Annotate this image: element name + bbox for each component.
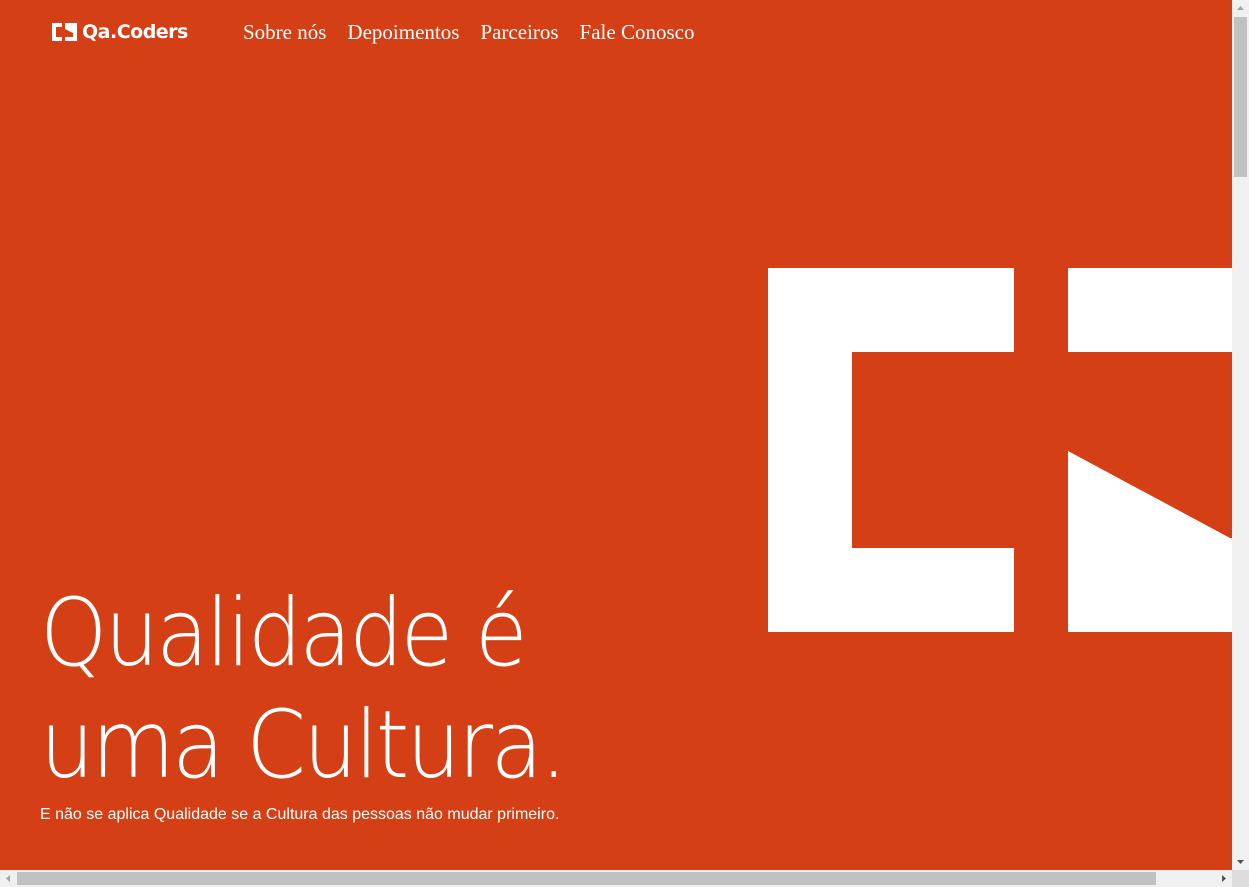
right-bracket-top-shape bbox=[1068, 268, 1232, 352]
hero-title-line-1: Qualidade é bbox=[40, 579, 528, 688]
large-bracket-logo-graphic bbox=[768, 268, 1232, 632]
scrollbar-corner bbox=[1232, 870, 1249, 887]
nav-link-depoimentos[interactable]: Depoimentos bbox=[347, 19, 459, 45]
qa-coders-logo-icon bbox=[52, 23, 77, 41]
page-viewport: Qa.Coders Sobre nós Depoimentos Parceiro… bbox=[0, 0, 1232, 870]
nav-link-parceiros[interactable]: Parceiros bbox=[480, 19, 558, 45]
right-bracket-bottom-shape bbox=[1068, 451, 1232, 632]
scroll-up-arrow-icon[interactable] bbox=[1232, 0, 1249, 17]
scroll-right-arrow-icon[interactable] bbox=[1215, 870, 1232, 887]
nav-link-fale-conosco[interactable]: Fale Conosco bbox=[580, 19, 695, 45]
vertical-scrollbar[interactable] bbox=[1232, 0, 1249, 870]
logo-link[interactable]: Qa.Coders bbox=[52, 19, 188, 45]
site-header: Qa.Coders Sobre nós Depoimentos Parceiro… bbox=[0, 0, 1232, 64]
vertical-scroll-thumb[interactable] bbox=[1234, 17, 1247, 177]
horizontal-scroll-thumb[interactable] bbox=[17, 872, 1156, 885]
main-nav: Sobre nós Depoimentos Parceiros Fale Con… bbox=[243, 19, 715, 45]
hero-title-line-2: uma Cultura. bbox=[40, 691, 567, 800]
scroll-down-arrow-icon[interactable] bbox=[1232, 853, 1249, 870]
left-bracket-shape bbox=[768, 268, 1014, 632]
hero-title: Qualidade é uma Cultura. bbox=[40, 578, 567, 802]
scroll-left-arrow-icon[interactable] bbox=[0, 870, 17, 887]
logo-text: Qa.Coders bbox=[82, 21, 188, 43]
hero-subtitle: E não se aplica Qualidade se a Cultura d… bbox=[40, 806, 560, 823]
horizontal-scrollbar[interactable] bbox=[0, 870, 1232, 887]
nav-link-sobre-nos[interactable]: Sobre nós bbox=[243, 19, 326, 45]
